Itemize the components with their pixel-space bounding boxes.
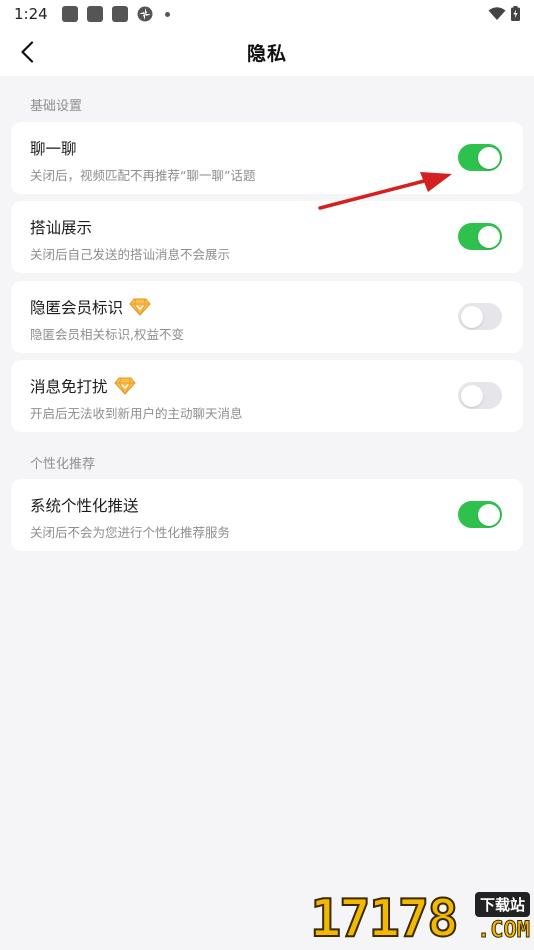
do-not-disturb-toggle[interactable] — [458, 382, 502, 409]
wifi-icon — [488, 6, 506, 20]
toggle-knob — [477, 225, 500, 248]
notification-icon — [61, 6, 78, 22]
app-notification-icon — [137, 6, 153, 22]
hide-vip-badge-toggle[interactable] — [458, 303, 502, 330]
setting-title: 系统个性化推送 — [30, 497, 139, 515]
toggle-knob — [477, 146, 500, 169]
page-title: 隐私 — [246, 42, 287, 65]
toggle-knob — [460, 384, 483, 407]
vip-diamond-icon — [129, 298, 151, 316]
status-right — [488, 6, 520, 21]
notification-icon — [86, 6, 103, 22]
setting-description: 关闭后，视频匹配不再推荐“聊一聊”话题 — [30, 168, 256, 183]
personalized-push-toggle[interactable] — [458, 501, 502, 528]
watermark-tag: 下载站 — [474, 892, 530, 917]
chat-topic-toggle[interactable] — [458, 144, 502, 171]
chevron-left-icon — [21, 41, 34, 63]
setting-description: 开启后无法收到新用户的主动聊天消息 — [30, 406, 243, 421]
nav-header: 隐私 — [0, 28, 534, 76]
back-button[interactable] — [14, 38, 40, 66]
setting-description: 隐匿会员相关标识,权益不变 — [30, 327, 184, 342]
annotation-arrow-icon — [318, 172, 452, 210]
vip-diamond-icon — [113, 377, 136, 395]
watermark-number: 17178 — [309, 889, 460, 949]
setting-description: 关闭后不会为您进行个性化推荐服务 — [30, 525, 231, 540]
status-time: 1:24 — [14, 5, 48, 23]
setting-row-hide-vip-badge: 隐匿会员标识 隐匿会员相关标识,权益不变 — [11, 281, 523, 353]
setting-title: 聊一聊 — [30, 140, 77, 158]
setting-title: 消息免打扰 — [30, 375, 136, 397]
setting-title: 搭讪展示 — [30, 219, 93, 237]
toggle-knob — [460, 305, 483, 328]
setting-row-do-not-disturb: 消息免打扰 开启后无法收到新用户的主动聊天消息 — [11, 360, 523, 432]
notification-icon — [111, 6, 128, 22]
setting-description: 关闭后自己发送的搭讪消息不会展示 — [30, 247, 231, 262]
watermark-suffix: .COM — [477, 918, 531, 944]
section-label-basic: 基础设置 — [30, 99, 83, 114]
section-label-personalized: 个性化推荐 — [30, 457, 96, 472]
battery-icon — [511, 6, 520, 21]
more-notifications-icon — [164, 11, 170, 17]
status-bar: 1:24 — [0, 0, 534, 28]
toggle-knob — [477, 503, 500, 526]
setting-title: 隐匿会员标识 — [30, 296, 151, 318]
greeting-display-toggle[interactable] — [458, 223, 502, 250]
privacy-settings-screen: 1:24 隐私 基础设置 聊一聊 关闭后，视频匹配不再推荐“聊一聊”话题 搭讪展… — [0, 0, 534, 950]
site-watermark: 17178 下载站 .COM — [308, 888, 534, 950]
setting-row-personalized-push: 系统个性化推送 关闭后不会为您进行个性化推荐服务 — [11, 479, 523, 551]
